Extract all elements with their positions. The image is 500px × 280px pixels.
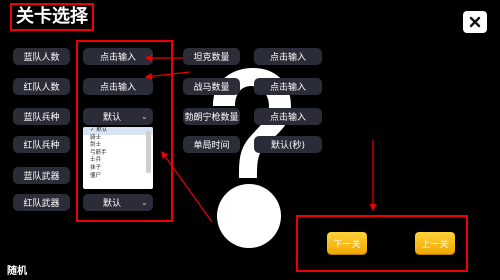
browning-count-input[interactable]: 点击输入 [254,108,322,125]
browning-count-label: 勃朗宁枪数量 [183,108,240,125]
tank-count-label: 坦克数量 [183,48,240,65]
tank-count-input[interactable]: 点击输入 [254,48,322,65]
round-time-input[interactable]: 默认(秒) [254,136,322,153]
horse-count-label: 战马数量 [183,78,240,95]
round-time-label: 单局时间 [183,136,240,153]
prev-level-button[interactable]: 上一关 [415,232,455,254]
horse-count-input[interactable]: 点击输入 [254,78,322,95]
next-level-button[interactable]: 下一关 [327,232,367,254]
random-link[interactable]: 随机 [7,262,27,277]
